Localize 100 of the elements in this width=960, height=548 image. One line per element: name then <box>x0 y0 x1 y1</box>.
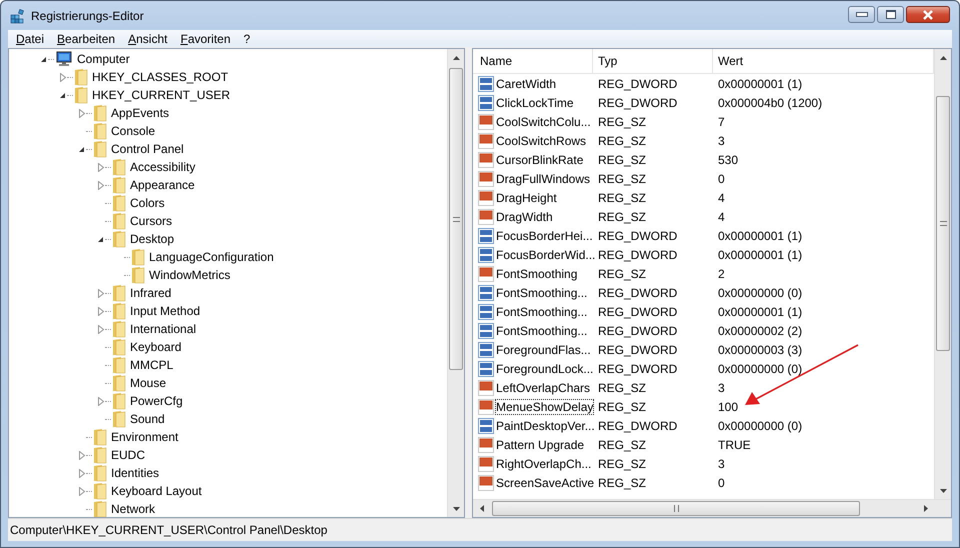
tree-item[interactable]: Console <box>110 124 156 138</box>
tree-item[interactable]: Identities <box>110 466 160 480</box>
tree-item[interactable]: Network <box>110 502 156 516</box>
tree-item[interactable]: HKEY_CLASSES_ROOT <box>91 70 230 84</box>
menu-item[interactable]: Ansicht <box>121 32 174 46</box>
tree-item[interactable]: Mouse <box>129 376 168 390</box>
menu-item[interactable]: ? <box>236 32 256 46</box>
tree-item[interactable]: Accessibility <box>129 160 196 174</box>
tree-item[interactable]: LanguageConfiguration <box>148 250 275 264</box>
table-cell-text: REG_SZ <box>597 400 648 414</box>
collapsed-arrow-icon[interactable] <box>78 486 84 496</box>
collapsed-arrow-icon[interactable] <box>78 468 84 478</box>
value-name[interactable]: LeftOverlapChars <box>496 380 590 394</box>
value-name[interactable]: PaintDesktopVer... <box>496 418 595 432</box>
value-name[interactable]: MenueShowDelay <box>496 400 594 414</box>
tree-item[interactable]: Desktop <box>129 232 176 246</box>
minimize-button[interactable] <box>848 6 875 23</box>
scrollbar[interactable] <box>447 49 464 517</box>
collapsed-arrow-icon[interactable] <box>98 324 104 334</box>
string-value-icon <box>478 132 494 148</box>
value-name[interactable]: ForegroundLock... <box>496 362 594 376</box>
tree-item[interactable]: Environment <box>110 430 180 444</box>
tree-item[interactable]: Appearance <box>129 178 196 192</box>
value-name[interactable]: FontSmoothing... <box>496 286 588 300</box>
folder-icon <box>112 158 126 176</box>
value-name[interactable]: RightOverlapCh... <box>496 456 592 470</box>
collapsed-arrow-icon[interactable] <box>60 72 66 82</box>
tree-item[interactable]: Computer <box>76 52 131 66</box>
value-name[interactable]: FontSmoothing... <box>496 324 588 338</box>
collapsed-arrow-icon[interactable] <box>98 180 104 190</box>
string-value-icon <box>478 436 494 452</box>
table-cell-text: REG_DWORD <box>597 76 678 90</box>
tree-item[interactable]: WindowMetrics <box>148 268 232 282</box>
collapsed-arrow-icon[interactable] <box>98 396 104 406</box>
tree-item[interactable]: Keyboard <box>129 340 182 354</box>
tree-item[interactable]: Sound <box>129 412 166 426</box>
value-name[interactable]: CoolSwitchColu... <box>496 114 591 128</box>
close-button[interactable] <box>906 6 950 23</box>
tree-item[interactable]: Control Panel <box>110 142 185 156</box>
scroll-right-icon[interactable] <box>924 505 928 512</box>
folder-icon <box>112 284 126 302</box>
menu-item[interactable]: Favoriten <box>173 32 237 46</box>
folder-icon <box>93 500 107 517</box>
scroll-left-icon[interactable] <box>480 505 484 512</box>
menu-item[interactable]: Bearbeiten <box>50 32 122 46</box>
scrollbar[interactable] <box>934 49 951 499</box>
value-name[interactable]: Pattern Upgrade <box>496 438 584 452</box>
value-name[interactable]: CoolSwitchRows <box>496 134 586 148</box>
tree-item[interactable]: HKEY_CURRENT_USER <box>91 88 232 102</box>
scroll-up-icon[interactable] <box>940 56 946 60</box>
tree-item[interactable]: Infrared <box>129 286 172 300</box>
tree-item[interactable]: Keyboard Layout <box>110 484 203 498</box>
scroll-thumb[interactable] <box>936 96 950 351</box>
value-name[interactable]: FocusBorderHei... <box>496 228 593 242</box>
column-header[interactable]: Name <box>473 49 593 73</box>
collapsed-arrow-icon[interactable] <box>98 162 104 172</box>
expanded-arrow-icon[interactable] <box>78 146 85 152</box>
value-name[interactable]: DragWidth <box>496 210 553 224</box>
table-cell-text: REG_DWORD <box>597 286 678 300</box>
scrollbar[interactable] <box>473 499 951 517</box>
tree-item[interactable]: EUDC <box>110 448 146 462</box>
value-name[interactable]: CursorBlinkRate <box>496 152 584 166</box>
string-value-icon <box>478 114 494 130</box>
value-name[interactable]: FocusBorderWid... <box>496 248 596 262</box>
menu-item[interactable]: Datei <box>9 32 50 46</box>
tree-item[interactable]: Cursors <box>129 214 174 228</box>
table-cell-text: 7 <box>717 114 726 128</box>
value-name[interactable]: ForegroundFlas... <box>496 342 591 356</box>
scroll-thumb[interactable] <box>492 501 860 516</box>
table-cell-text: REG_SZ <box>597 476 648 490</box>
scroll-down-icon[interactable] <box>940 488 946 492</box>
tree-item[interactable]: AppEvents <box>110 106 170 120</box>
expanded-arrow-icon[interactable] <box>97 236 104 242</box>
folder-icon <box>93 104 107 122</box>
expanded-arrow-icon[interactable] <box>40 56 47 62</box>
tree-item[interactable]: Input Method <box>129 304 202 318</box>
tree-item[interactable]: Colors <box>129 196 166 210</box>
collapsed-arrow-icon[interactable] <box>78 108 84 118</box>
column-header[interactable]: Typ <box>593 49 713 73</box>
value-name[interactable]: ScreenSaveActive <box>496 476 594 490</box>
collapsed-arrow-icon[interactable] <box>98 306 104 316</box>
string-value-icon <box>478 208 494 224</box>
tree-item[interactable]: MMCPL <box>129 358 174 372</box>
close-icon <box>922 10 934 20</box>
maximize-button[interactable] <box>877 6 904 23</box>
scroll-up-icon[interactable] <box>452 56 460 60</box>
folder-icon <box>112 338 126 356</box>
tree-item[interactable]: PowerCfg <box>129 394 184 408</box>
expanded-arrow-icon[interactable] <box>59 92 66 98</box>
value-name[interactable]: FontSmoothing... <box>496 304 588 318</box>
tree-item[interactable]: International <box>129 322 198 336</box>
collapsed-arrow-icon[interactable] <box>78 450 84 460</box>
value-name[interactable]: CaretWidth <box>496 76 556 90</box>
scroll-thumb[interactable] <box>449 68 463 370</box>
value-name[interactable]: ClickLockTime <box>496 96 574 110</box>
value-name[interactable]: FontSmoothing <box>496 266 578 280</box>
scroll-down-icon[interactable] <box>452 506 460 510</box>
value-name[interactable]: DragHeight <box>496 190 557 204</box>
collapsed-arrow-icon[interactable] <box>98 288 104 298</box>
value-name[interactable]: DragFullWindows <box>496 172 590 186</box>
